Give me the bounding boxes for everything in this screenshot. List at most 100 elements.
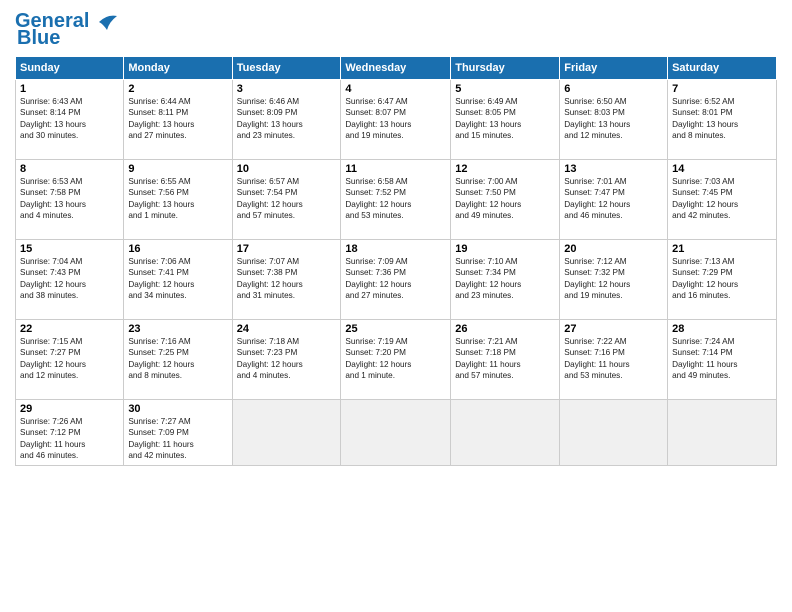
day-number-30: 30 bbox=[128, 403, 227, 415]
day-info-5: Sunrise: 6:49 AMSunset: 8:05 PMDaylight:… bbox=[455, 96, 555, 142]
calendar-cell-21: 21Sunrise: 7:13 AMSunset: 7:29 PMDayligh… bbox=[668, 240, 777, 320]
calendar-cell-19: 19Sunrise: 7:10 AMSunset: 7:34 PMDayligh… bbox=[451, 240, 560, 320]
day-number-5: 5 bbox=[455, 83, 555, 95]
calendar-cell-15: 15Sunrise: 7:04 AMSunset: 7:43 PMDayligh… bbox=[16, 240, 124, 320]
weekday-header-row: SundayMondayTuesdayWednesdayThursdayFrid… bbox=[16, 57, 777, 80]
day-info-16: Sunrise: 7:06 AMSunset: 7:41 PMDaylight:… bbox=[128, 256, 227, 302]
weekday-header-thursday: Thursday bbox=[451, 57, 560, 80]
page-header: General Blue bbox=[15, 10, 777, 50]
day-info-28: Sunrise: 7:24 AMSunset: 7:14 PMDaylight:… bbox=[672, 336, 772, 382]
day-number-2: 2 bbox=[128, 83, 227, 95]
day-info-11: Sunrise: 6:58 AMSunset: 7:52 PMDaylight:… bbox=[345, 176, 446, 222]
calendar-cell-5: 5Sunrise: 6:49 AMSunset: 8:05 PMDaylight… bbox=[451, 80, 560, 160]
day-number-16: 16 bbox=[128, 243, 227, 255]
day-number-22: 22 bbox=[20, 323, 119, 335]
weekday-header-friday: Friday bbox=[560, 57, 668, 80]
day-info-27: Sunrise: 7:22 AMSunset: 7:16 PMDaylight:… bbox=[564, 336, 663, 382]
day-info-3: Sunrise: 6:46 AMSunset: 8:09 PMDaylight:… bbox=[237, 96, 337, 142]
calendar-cell-28: 28Sunrise: 7:24 AMSunset: 7:14 PMDayligh… bbox=[668, 320, 777, 400]
calendar-cell-2: 2Sunrise: 6:44 AMSunset: 8:11 PMDaylight… bbox=[124, 80, 232, 160]
calendar-cell-7: 7Sunrise: 6:52 AMSunset: 8:01 PMDaylight… bbox=[668, 80, 777, 160]
calendar-row-1: 1Sunrise: 6:43 AMSunset: 8:14 PMDaylight… bbox=[16, 80, 777, 160]
calendar-cell-10: 10Sunrise: 6:57 AMSunset: 7:54 PMDayligh… bbox=[232, 160, 341, 240]
calendar-cell-18: 18Sunrise: 7:09 AMSunset: 7:36 PMDayligh… bbox=[341, 240, 451, 320]
day-number-9: 9 bbox=[128, 163, 227, 175]
calendar-cell-11: 11Sunrise: 6:58 AMSunset: 7:52 PMDayligh… bbox=[341, 160, 451, 240]
calendar-cell-6: 6Sunrise: 6:50 AMSunset: 8:03 PMDaylight… bbox=[560, 80, 668, 160]
day-number-3: 3 bbox=[237, 83, 337, 95]
day-number-29: 29 bbox=[20, 403, 119, 415]
weekday-header-saturday: Saturday bbox=[668, 57, 777, 80]
calendar-cell-8: 8Sunrise: 6:53 AMSunset: 7:58 PMDaylight… bbox=[16, 160, 124, 240]
day-info-21: Sunrise: 7:13 AMSunset: 7:29 PMDaylight:… bbox=[672, 256, 772, 302]
day-info-1: Sunrise: 6:43 AMSunset: 8:14 PMDaylight:… bbox=[20, 96, 119, 142]
calendar-cell-empty bbox=[560, 400, 668, 466]
day-number-17: 17 bbox=[237, 243, 337, 255]
calendar-cell-empty bbox=[451, 400, 560, 466]
calendar-cell-1: 1Sunrise: 6:43 AMSunset: 8:14 PMDaylight… bbox=[16, 80, 124, 160]
calendar-cell-13: 13Sunrise: 7:01 AMSunset: 7:47 PMDayligh… bbox=[560, 160, 668, 240]
day-number-20: 20 bbox=[564, 243, 663, 255]
day-info-8: Sunrise: 6:53 AMSunset: 7:58 PMDaylight:… bbox=[20, 176, 119, 222]
calendar-cell-17: 17Sunrise: 7:07 AMSunset: 7:38 PMDayligh… bbox=[232, 240, 341, 320]
day-info-4: Sunrise: 6:47 AMSunset: 8:07 PMDaylight:… bbox=[345, 96, 446, 142]
day-info-12: Sunrise: 7:00 AMSunset: 7:50 PMDaylight:… bbox=[455, 176, 555, 222]
day-info-25: Sunrise: 7:19 AMSunset: 7:20 PMDaylight:… bbox=[345, 336, 446, 382]
calendar-row-2: 8Sunrise: 6:53 AMSunset: 7:58 PMDaylight… bbox=[16, 160, 777, 240]
logo-wing-icon bbox=[89, 12, 117, 32]
day-info-18: Sunrise: 7:09 AMSunset: 7:36 PMDaylight:… bbox=[345, 256, 446, 302]
calendar-cell-25: 25Sunrise: 7:19 AMSunset: 7:20 PMDayligh… bbox=[341, 320, 451, 400]
calendar-row-5: 29Sunrise: 7:26 AMSunset: 7:12 PMDayligh… bbox=[16, 400, 777, 466]
weekday-header-monday: Monday bbox=[124, 57, 232, 80]
day-number-18: 18 bbox=[345, 243, 446, 255]
day-info-23: Sunrise: 7:16 AMSunset: 7:25 PMDaylight:… bbox=[128, 336, 227, 382]
calendar-cell-29: 29Sunrise: 7:26 AMSunset: 7:12 PMDayligh… bbox=[16, 400, 124, 466]
day-info-15: Sunrise: 7:04 AMSunset: 7:43 PMDaylight:… bbox=[20, 256, 119, 302]
day-number-13: 13 bbox=[564, 163, 663, 175]
calendar-cell-20: 20Sunrise: 7:12 AMSunset: 7:32 PMDayligh… bbox=[560, 240, 668, 320]
day-number-14: 14 bbox=[672, 163, 772, 175]
day-number-11: 11 bbox=[345, 163, 446, 175]
calendar-cell-4: 4Sunrise: 6:47 AMSunset: 8:07 PMDaylight… bbox=[341, 80, 451, 160]
day-info-14: Sunrise: 7:03 AMSunset: 7:45 PMDaylight:… bbox=[672, 176, 772, 222]
calendar-cell-3: 3Sunrise: 6:46 AMSunset: 8:09 PMDaylight… bbox=[232, 80, 341, 160]
day-number-6: 6 bbox=[564, 83, 663, 95]
day-info-19: Sunrise: 7:10 AMSunset: 7:34 PMDaylight:… bbox=[455, 256, 555, 302]
calendar-cell-12: 12Sunrise: 7:00 AMSunset: 7:50 PMDayligh… bbox=[451, 160, 560, 240]
day-info-26: Sunrise: 7:21 AMSunset: 7:18 PMDaylight:… bbox=[455, 336, 555, 382]
calendar-cell-24: 24Sunrise: 7:18 AMSunset: 7:23 PMDayligh… bbox=[232, 320, 341, 400]
calendar-cell-26: 26Sunrise: 7:21 AMSunset: 7:18 PMDayligh… bbox=[451, 320, 560, 400]
weekday-header-wednesday: Wednesday bbox=[341, 57, 451, 80]
day-number-8: 8 bbox=[20, 163, 119, 175]
day-info-30: Sunrise: 7:27 AMSunset: 7:09 PMDaylight:… bbox=[128, 416, 227, 462]
day-info-9: Sunrise: 6:55 AMSunset: 7:56 PMDaylight:… bbox=[128, 176, 227, 222]
calendar-cell-22: 22Sunrise: 7:15 AMSunset: 7:27 PMDayligh… bbox=[16, 320, 124, 400]
calendar-cell-16: 16Sunrise: 7:06 AMSunset: 7:41 PMDayligh… bbox=[124, 240, 232, 320]
calendar-cell-empty bbox=[232, 400, 341, 466]
calendar-table: SundayMondayTuesdayWednesdayThursdayFrid… bbox=[15, 56, 777, 466]
weekday-header-tuesday: Tuesday bbox=[232, 57, 341, 80]
calendar-cell-23: 23Sunrise: 7:16 AMSunset: 7:25 PMDayligh… bbox=[124, 320, 232, 400]
day-info-7: Sunrise: 6:52 AMSunset: 8:01 PMDaylight:… bbox=[672, 96, 772, 142]
day-number-23: 23 bbox=[128, 323, 227, 335]
day-info-29: Sunrise: 7:26 AMSunset: 7:12 PMDaylight:… bbox=[20, 416, 119, 462]
day-info-24: Sunrise: 7:18 AMSunset: 7:23 PMDaylight:… bbox=[237, 336, 337, 382]
day-info-22: Sunrise: 7:15 AMSunset: 7:27 PMDaylight:… bbox=[20, 336, 119, 382]
calendar-row-3: 15Sunrise: 7:04 AMSunset: 7:43 PMDayligh… bbox=[16, 240, 777, 320]
day-number-25: 25 bbox=[345, 323, 446, 335]
day-number-10: 10 bbox=[237, 163, 337, 175]
day-info-6: Sunrise: 6:50 AMSunset: 8:03 PMDaylight:… bbox=[564, 96, 663, 142]
logo: General Blue bbox=[15, 10, 117, 50]
day-number-26: 26 bbox=[455, 323, 555, 335]
calendar-cell-empty bbox=[341, 400, 451, 466]
day-number-27: 27 bbox=[564, 323, 663, 335]
day-number-7: 7 bbox=[672, 83, 772, 95]
calendar-cell-empty bbox=[668, 400, 777, 466]
day-number-15: 15 bbox=[20, 243, 119, 255]
day-info-17: Sunrise: 7:07 AMSunset: 7:38 PMDaylight:… bbox=[237, 256, 337, 302]
day-info-13: Sunrise: 7:01 AMSunset: 7:47 PMDaylight:… bbox=[564, 176, 663, 222]
day-number-12: 12 bbox=[455, 163, 555, 175]
day-number-1: 1 bbox=[20, 83, 119, 95]
day-number-24: 24 bbox=[237, 323, 337, 335]
day-number-4: 4 bbox=[345, 83, 446, 95]
